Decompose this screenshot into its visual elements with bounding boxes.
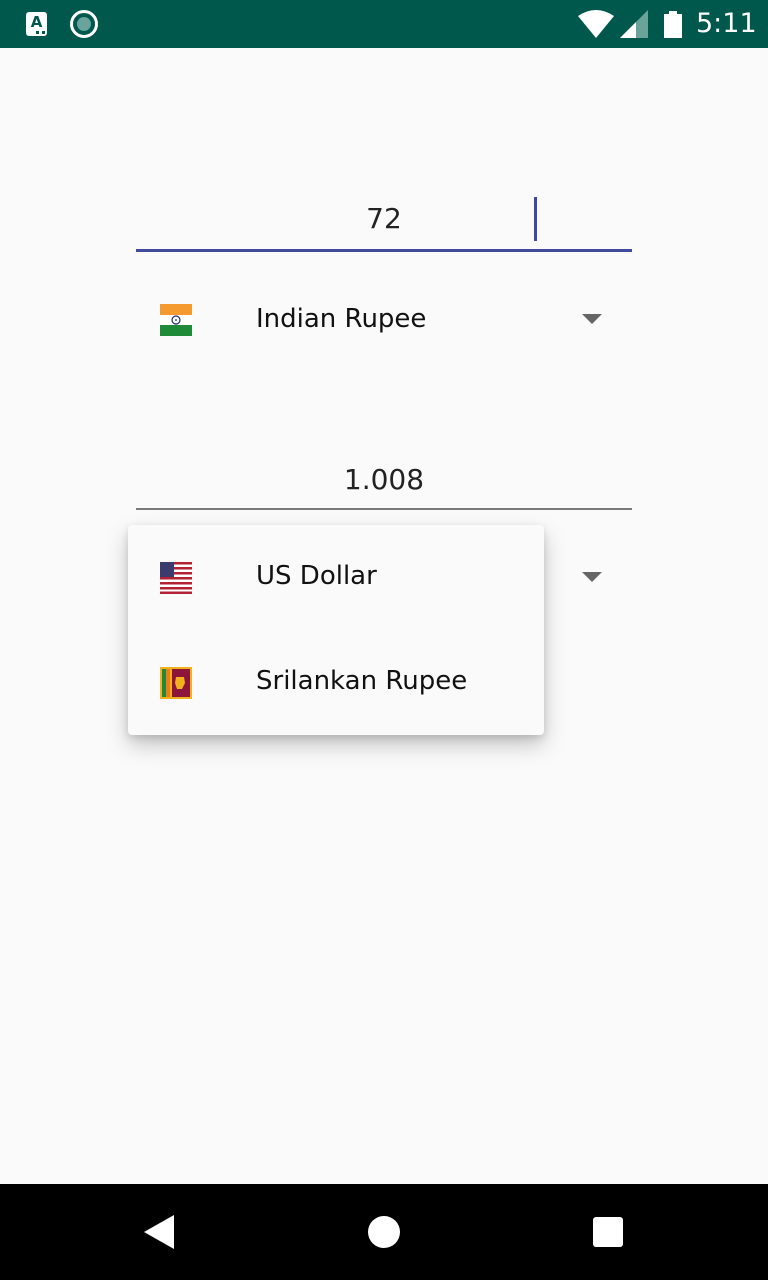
amount-value: 72: [366, 202, 402, 235]
from-currency-spinner[interactable]: Indian Rupee: [136, 290, 632, 350]
signal-icon: [620, 10, 648, 38]
chevron-down-icon: [582, 314, 602, 324]
dropdown-option-label: Srilankan Rupee: [256, 666, 468, 696]
circle-status-icon: [70, 10, 98, 38]
dropdown-option-srilankan-rupee[interactable]: Srilankan Rupee: [128, 630, 544, 735]
status-bar: A 5:11: [0, 0, 768, 48]
app-a-icon: A: [26, 12, 47, 36]
result-value: 1.008: [343, 463, 425, 496]
us-flag-icon: [160, 562, 192, 594]
home-icon[interactable]: [368, 1216, 400, 1248]
chevron-down-icon: [582, 572, 602, 582]
amount-input[interactable]: 72: [136, 190, 632, 252]
currency-dropdown-popup: US Dollar Srilankan Rupee: [128, 525, 544, 735]
wifi-icon: [578, 10, 614, 38]
dropdown-option-label: US Dollar: [256, 561, 377, 591]
text-cursor: [534, 197, 537, 241]
result-field: 1.008: [136, 455, 632, 510]
recents-icon[interactable]: [593, 1217, 623, 1247]
dropdown-option-us-dollar[interactable]: US Dollar: [128, 525, 544, 630]
battery-icon: [664, 11, 682, 38]
from-currency-label: Indian Rupee: [256, 304, 427, 334]
india-flag-icon: [160, 304, 192, 336]
status-time: 5:11: [696, 8, 757, 39]
back-icon[interactable]: [144, 1215, 176, 1249]
sri-lanka-flag-icon: [160, 667, 192, 699]
